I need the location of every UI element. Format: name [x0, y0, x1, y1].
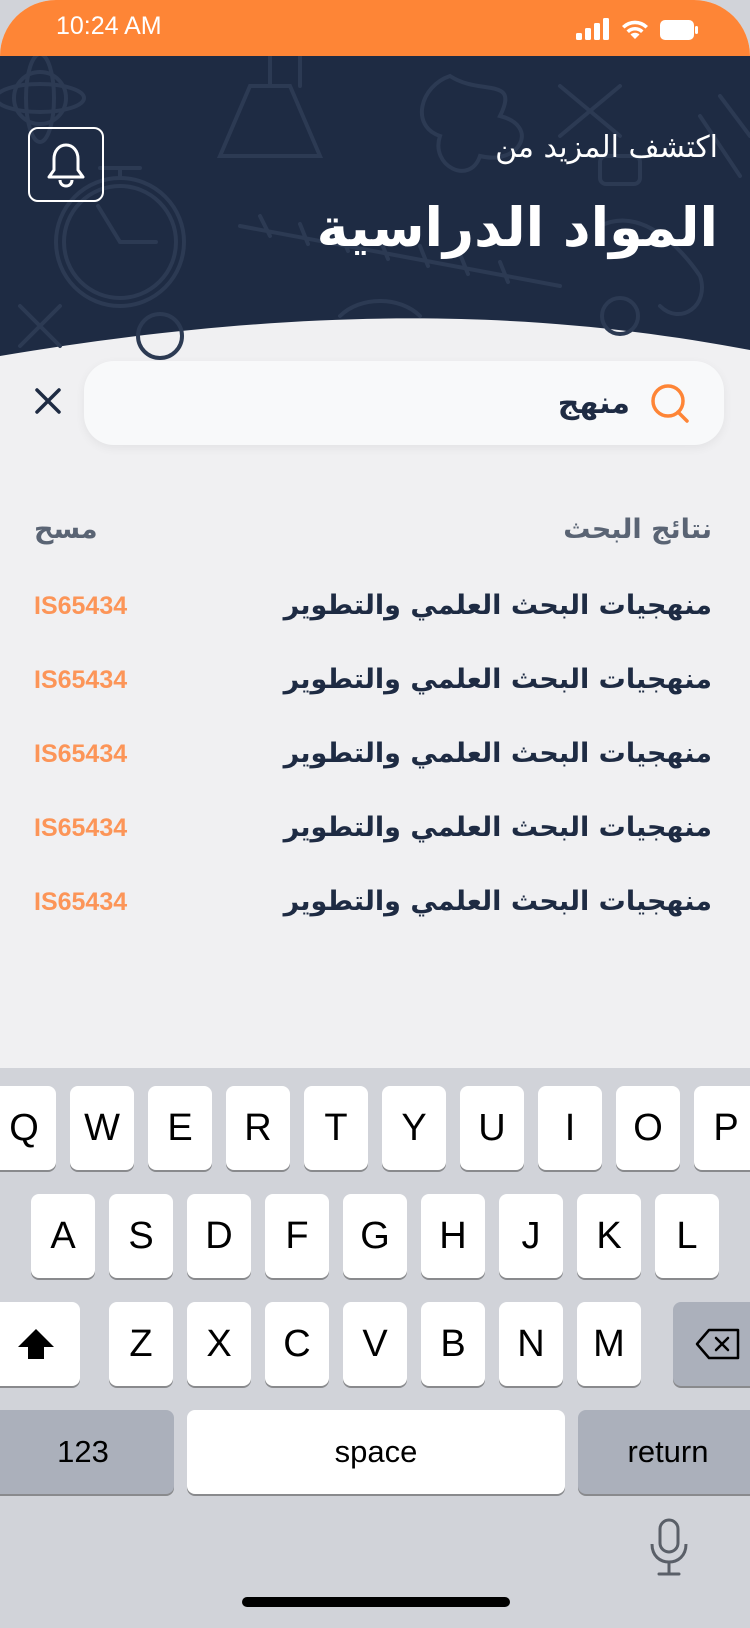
- result-item[interactable]: منهجيات البحث العلمي والتطوير IS65434: [34, 878, 712, 952]
- results-title: نتائج البحث: [563, 514, 712, 545]
- result-name: منهجيات البحث العلمي والتطوير: [283, 738, 712, 769]
- wifi-icon: [622, 20, 648, 39]
- key-c[interactable]: C: [265, 1302, 329, 1386]
- result-code: IS65434: [34, 666, 128, 694]
- shift-icon: [18, 1329, 54, 1359]
- result-item[interactable]: منهجيات البحث العلمي والتطوير IS65434: [34, 730, 712, 804]
- key-i[interactable]: I: [538, 1086, 602, 1170]
- result-name: منهجيات البحث العلمي والتطوير: [283, 812, 712, 843]
- shift-key[interactable]: [0, 1302, 80, 1386]
- results-header: نتائج البحث مسح: [34, 514, 712, 554]
- cellular-signal-icon: [576, 18, 609, 40]
- key-n[interactable]: N: [499, 1302, 563, 1386]
- on-screen-keyboard: Q W E R T Y U I O P A S D F G H J K L Z …: [0, 1068, 750, 1628]
- close-search-button[interactable]: [28, 381, 68, 421]
- key-e[interactable]: E: [148, 1086, 212, 1170]
- key-p[interactable]: P: [694, 1086, 750, 1170]
- key-t[interactable]: T: [304, 1086, 368, 1170]
- numbers-key[interactable]: 123: [0, 1410, 174, 1494]
- result-name: منهجيات البحث العلمي والتطوير: [283, 590, 712, 621]
- status-bar: 10:24 AM: [0, 0, 750, 56]
- key-r[interactable]: R: [226, 1086, 290, 1170]
- header-subtitle: اكتشف المزيد من: [495, 130, 718, 165]
- notifications-button[interactable]: [28, 127, 104, 202]
- key-m[interactable]: M: [577, 1302, 641, 1386]
- key-z[interactable]: Z: [109, 1302, 173, 1386]
- result-code: IS65434: [34, 888, 128, 916]
- results-list: منهجيات البحث العلمي والتطوير IS65434 من…: [34, 582, 712, 952]
- result-code: IS65434: [34, 740, 128, 768]
- battery-icon: [660, 20, 698, 40]
- key-s[interactable]: S: [109, 1194, 173, 1278]
- key-q[interactable]: Q: [0, 1086, 56, 1170]
- key-w[interactable]: W: [70, 1086, 134, 1170]
- microphone-icon[interactable]: [648, 1518, 690, 1578]
- page-title: المواد الدراسية: [316, 196, 718, 259]
- key-u[interactable]: U: [460, 1086, 524, 1170]
- key-v[interactable]: V: [343, 1302, 407, 1386]
- key-a[interactable]: A: [31, 1194, 95, 1278]
- status-icons: [576, 16, 698, 40]
- bell-icon: [47, 143, 85, 188]
- key-d[interactable]: D: [187, 1194, 251, 1278]
- search-box[interactable]: [84, 361, 724, 445]
- key-k[interactable]: K: [577, 1194, 641, 1278]
- close-icon: [35, 388, 61, 414]
- search-input[interactable]: [130, 377, 630, 429]
- home-indicator: [242, 1597, 510, 1607]
- app-screen: 10:24 AM اكتشف المزيد من المواد الدراسية…: [0, 0, 750, 1628]
- key-l[interactable]: L: [655, 1194, 719, 1278]
- search-icon: [651, 384, 689, 423]
- backspace-icon: [695, 1328, 740, 1360]
- status-time: 10:24 AM: [56, 12, 162, 40]
- key-y[interactable]: Y: [382, 1086, 446, 1170]
- key-j[interactable]: J: [499, 1194, 563, 1278]
- key-b[interactable]: B: [421, 1302, 485, 1386]
- clear-results-link[interactable]: مسح: [34, 514, 98, 545]
- result-item[interactable]: منهجيات البحث العلمي والتطوير IS65434: [34, 804, 712, 878]
- result-code: IS65434: [34, 592, 128, 620]
- backspace-key[interactable]: [673, 1302, 750, 1386]
- result-item[interactable]: منهجيات البحث العلمي والتطوير IS65434: [34, 582, 712, 656]
- result-name: منهجيات البحث العلمي والتطوير: [283, 664, 712, 695]
- space-key[interactable]: space: [187, 1410, 565, 1494]
- result-name: منهجيات البحث العلمي والتطوير: [283, 886, 712, 917]
- key-g[interactable]: G: [343, 1194, 407, 1278]
- key-h[interactable]: H: [421, 1194, 485, 1278]
- result-code: IS65434: [34, 814, 128, 842]
- result-item[interactable]: منهجيات البحث العلمي والتطوير IS65434: [34, 656, 712, 730]
- key-o[interactable]: O: [616, 1086, 680, 1170]
- key-x[interactable]: X: [187, 1302, 251, 1386]
- return-key[interactable]: return: [578, 1410, 750, 1494]
- key-f[interactable]: F: [265, 1194, 329, 1278]
